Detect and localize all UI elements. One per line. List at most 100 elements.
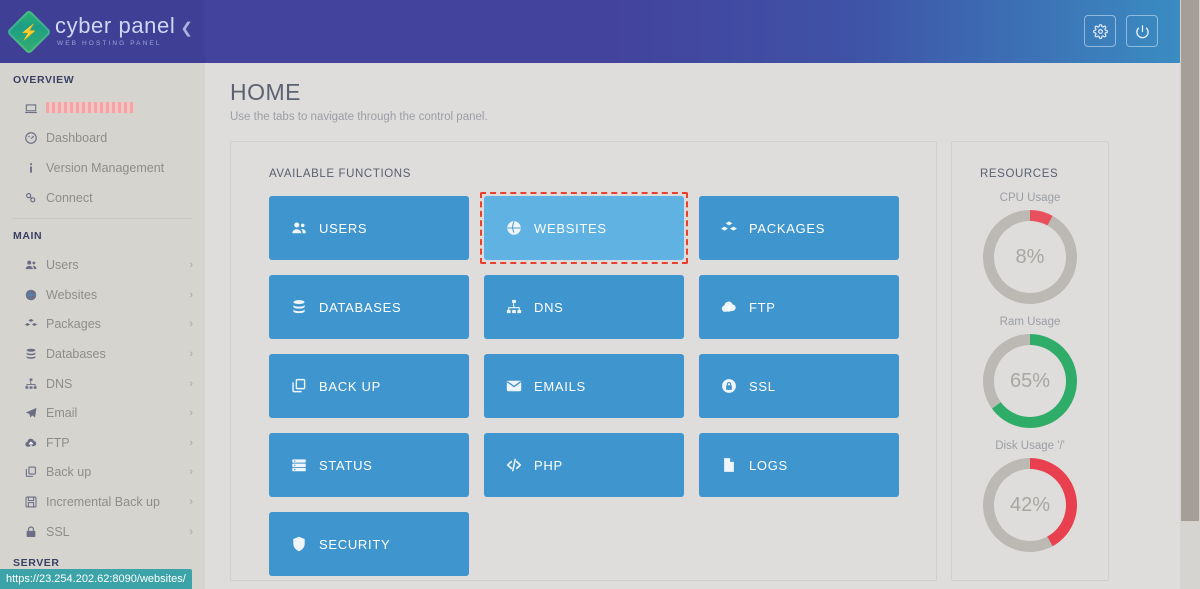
globe-icon — [494, 219, 534, 237]
sidebar-item-email[interactable]: Email › — [0, 398, 205, 428]
resources-heading: RESOURCES — [980, 168, 1059, 180]
function-tile-emails[interactable]: EMAILS — [484, 354, 684, 418]
gauge-label: CPU Usage — [999, 192, 1061, 204]
sidebar-item-label: Back up — [46, 465, 92, 480]
sidebar-item-incremental-back-up[interactable]: Incremental Back up › — [0, 487, 205, 517]
sidebar-item-label: Dashboard — [46, 131, 108, 146]
power-icon[interactable] — [1126, 15, 1158, 47]
function-tile-label: SECURITY — [319, 536, 391, 552]
lock-icon — [24, 525, 46, 539]
page-scrollbar[interactable] — [1180, 0, 1200, 589]
gauge-value: 8% — [994, 221, 1066, 293]
chevron-left-icon[interactable]: ❮ — [180, 21, 193, 36]
gauge-ram-usage: Ram Usage 65% — [952, 316, 1108, 428]
sidebar-item-dns[interactable]: DNS › — [0, 369, 205, 399]
function-tile-logs[interactable]: LOGS — [699, 433, 899, 497]
brand-bar[interactable]: cyber panel WEB HOSTING PANEL ❮ — [0, 0, 205, 63]
paper-plane-icon — [24, 406, 46, 420]
chevron-right-icon: › — [189, 259, 193, 272]
resources-panel: RESOURCES CPU Usage 8% Ram Usage 65% Disk Us… — [951, 141, 1109, 581]
globe-icon — [24, 288, 46, 302]
function-tile-label: PACKAGES — [749, 220, 826, 236]
function-tile-php[interactable]: PHP — [484, 433, 684, 497]
sidebar-item-ssl[interactable]: SSL › — [0, 517, 205, 547]
cloud-upload-icon — [709, 298, 749, 316]
function-tile-label: USERS — [319, 220, 368, 236]
function-tile-label: EMAILS — [534, 378, 586, 394]
laptop-icon — [24, 102, 46, 116]
gauge-ring: 8% — [983, 210, 1077, 304]
gauge-label: Ram Usage — [999, 316, 1061, 328]
gauge-ring: 65% — [983, 334, 1077, 428]
gauge-value: 42% — [994, 469, 1066, 541]
gauge-label: Disk Usage '/' — [995, 440, 1065, 452]
lock-circle-icon — [709, 377, 749, 395]
sidebar-item-label: DNS — [46, 376, 73, 391]
resource-gauges: CPU Usage 8% Ram Usage 65% Disk Usage '/' 42% — [952, 192, 1108, 552]
sidebar-item-label: SSL — [46, 524, 70, 539]
users-icon — [279, 219, 319, 237]
page-subtitle: Use the tabs to navigate through the con… — [230, 111, 488, 123]
chevron-right-icon: › — [189, 495, 193, 508]
chevron-right-icon: › — [189, 347, 193, 360]
scrollbar-thumb[interactable] — [1181, 0, 1199, 521]
function-tile-back-up[interactable]: BACK UP — [269, 354, 469, 418]
sidebar-section-main: MAIN — [13, 230, 43, 243]
envelope-icon — [494, 377, 534, 395]
sidebar-item-hostname[interactable] — [0, 94, 205, 124]
function-tile-packages[interactable]: PACKAGES — [699, 196, 899, 260]
chevron-right-icon: › — [189, 436, 193, 449]
packages-icon — [24, 317, 46, 331]
function-tile-ftp[interactable]: FTP — [699, 275, 899, 339]
status-bar-url: https://23.254.202.62:8090/websites/ — [0, 569, 192, 589]
function-tile-dns[interactable]: DNS — [484, 275, 684, 339]
sidebar-item-databases[interactable]: Databases › — [0, 339, 205, 369]
sidebar-item-dashboard[interactable]: Dashboard — [0, 124, 205, 154]
sidebar-item-label: Version Management — [46, 160, 165, 175]
header-actions — [1084, 15, 1158, 47]
brand-name: cyber panel — [55, 13, 176, 39]
function-tile-label: DATABASES — [319, 299, 402, 315]
function-tile-users[interactable]: USERS — [269, 196, 469, 260]
function-tile-security[interactable]: SECURITY — [269, 512, 469, 576]
function-tile-websites[interactable]: WEBSITES — [480, 192, 688, 264]
copy-icon — [279, 377, 319, 395]
sidebar-section-overview: OVERVIEW — [13, 74, 75, 86]
gear-icon[interactable] — [1084, 15, 1116, 47]
function-tile-status[interactable]: STATUS — [269, 433, 469, 497]
sidebar-item-label: FTP — [46, 435, 70, 450]
diamond-bolt-logo — [6, 8, 52, 55]
sidebar-item-version-management[interactable]: Version Management — [0, 153, 205, 183]
sidebar-item-label: Websites — [46, 287, 98, 302]
function-tile-label: DNS — [534, 299, 564, 315]
sidebar-item-label: Users — [46, 258, 79, 273]
sidebar-item-ftp[interactable]: FTP › — [0, 428, 205, 458]
sidebar-item-back-up[interactable]: Back up › — [0, 458, 205, 488]
sidebar-item-users[interactable]: Users › — [0, 250, 205, 280]
users-icon — [24, 258, 46, 272]
function-tile-label: LOGS — [749, 457, 788, 473]
link-icon — [24, 191, 46, 205]
sidebar-item-websites[interactable]: Websites › — [0, 280, 205, 310]
redacted-hostname — [46, 101, 134, 113]
available-functions-heading: AVAILABLE FUNCTIONS — [269, 168, 411, 180]
chevron-right-icon: › — [189, 407, 193, 420]
sidebar-item-connect[interactable]: Connect — [0, 183, 205, 213]
sidebar-item-label — [46, 101, 193, 116]
code-icon — [494, 456, 534, 474]
function-tile-databases[interactable]: DATABASES — [269, 275, 469, 339]
chevron-right-icon: › — [189, 525, 193, 538]
function-tile-ssl[interactable]: SSL — [699, 354, 899, 418]
sidebar-item-packages[interactable]: Packages › — [0, 310, 205, 340]
top-header: cyber panel WEB HOSTING PANEL ❮ — [0, 0, 1180, 63]
cyberpanel-app: cyber panel WEB HOSTING PANEL ❮ OVERVIEW… — [0, 0, 1200, 589]
server-icon — [279, 456, 319, 474]
function-tile-label: WEBSITES — [534, 220, 607, 236]
sidebar[interactable]: OVERVIEW Dashboard Version Management Conne… — [0, 63, 205, 589]
page-title: HOME — [230, 79, 301, 105]
function-tile-label: PHP — [534, 457, 563, 473]
cloud-upload-icon — [24, 436, 46, 450]
chevron-right-icon: › — [189, 466, 193, 479]
copy-icon — [24, 465, 46, 479]
sitemap-icon — [24, 377, 46, 391]
